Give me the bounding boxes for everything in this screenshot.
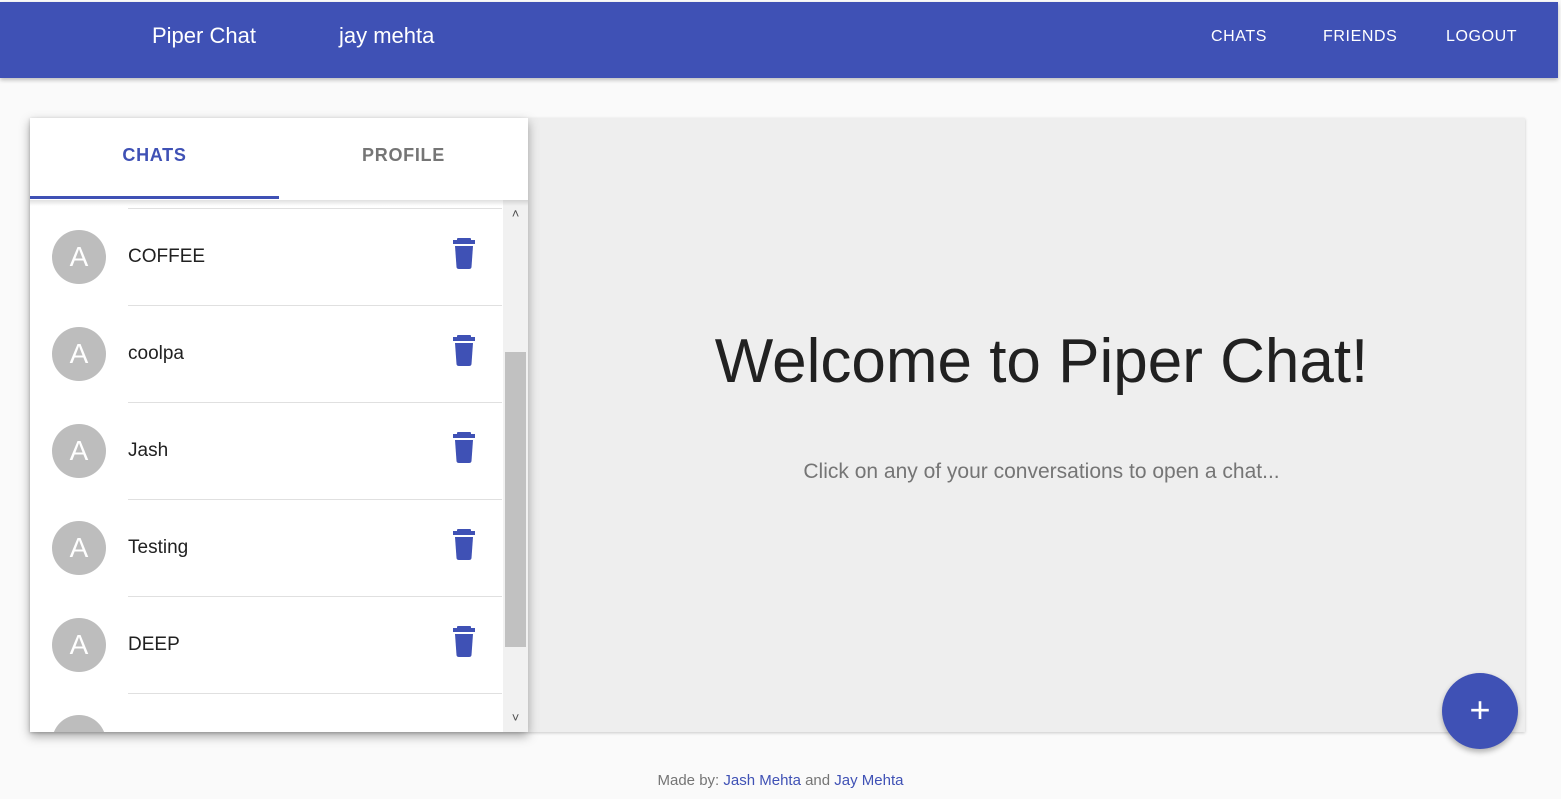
avatar: A — [52, 424, 106, 478]
chat-name: Testing — [128, 537, 189, 558]
footer: Made by: Jash Mehta and Jay Mehta — [0, 772, 1561, 789]
chat-name: COFFEE — [128, 246, 206, 267]
chat-list: A COFFEE A coolpa A Jash A Testing A DEE… — [30, 200, 502, 732]
chat-sidebar: CHATS PROFILE A COFFEE A coolpa A Jash A… — [30, 118, 528, 732]
tabs-shadow — [30, 200, 528, 206]
current-user-name: jay mehta — [339, 23, 435, 48]
tab-profile[interactable]: PROFILE — [279, 118, 528, 200]
chat-list-item[interactable]: A coolpa — [30, 306, 502, 402]
nav-chats-link[interactable]: CHATS — [1211, 28, 1267, 46]
tab-chats[interactable]: CHATS — [30, 118, 279, 200]
footer-author-jash-link[interactable]: Jash Mehta — [723, 772, 801, 789]
delete-chat-button[interactable] — [448, 623, 480, 659]
footer-conjunction: and — [805, 772, 831, 789]
chat-name: coolpa — [128, 343, 184, 364]
chat-list-item[interactable]: A DEEP — [30, 597, 502, 693]
avatar — [52, 715, 106, 732]
nav-friends-link[interactable]: FRIENDS — [1323, 28, 1397, 46]
delete-chat-button[interactable] — [448, 429, 480, 465]
avatar: A — [52, 618, 106, 672]
scroll-down-arrow-icon[interactable]: ˅ — [503, 706, 528, 730]
trash-icon — [453, 529, 475, 560]
app-bar: Piper Chat jay mehta CHATS FRIENDS LOGOU… — [0, 2, 1558, 78]
avatar: A — [52, 521, 106, 575]
chat-list-item[interactable]: A Jash — [30, 403, 502, 499]
trash-icon — [453, 238, 475, 269]
sidebar-tabs: CHATS PROFILE — [30, 118, 528, 200]
trash-icon — [453, 335, 475, 366]
chat-list-item[interactable]: A Testing — [30, 500, 502, 596]
active-tab-indicator — [30, 196, 279, 199]
chat-name: DEEP — [128, 634, 180, 655]
trash-icon — [453, 432, 475, 463]
avatar: A — [52, 327, 106, 381]
chat-list-item-partial[interactable] — [30, 694, 502, 732]
avatar: A — [52, 230, 106, 284]
welcome-subtitle: Click on any of your conversations to op… — [803, 460, 1280, 483]
welcome-heading: Welcome to Piper Chat! — [714, 327, 1369, 396]
scrollbar-thumb[interactable] — [505, 352, 526, 647]
trash-icon — [453, 626, 475, 657]
new-chat-button[interactable]: + — [1442, 673, 1518, 749]
plus-icon: + — [1469, 689, 1491, 730]
nav-logout-link[interactable]: LOGOUT — [1446, 28, 1517, 46]
app-brand[interactable]: Piper Chat — [152, 23, 256, 49]
chat-list-item[interactable]: A COFFEE — [30, 209, 502, 305]
delete-chat-button[interactable] — [448, 235, 480, 271]
chat-list-scrollbar[interactable]: ˄ ˅ — [503, 200, 528, 732]
footer-prefix: Made by: — [657, 772, 720, 789]
delete-chat-button[interactable] — [448, 526, 480, 562]
footer-author-jay-link[interactable]: Jay Mehta — [834, 772, 903, 789]
chat-name: Jash — [128, 440, 169, 461]
delete-chat-button[interactable] — [448, 332, 480, 368]
